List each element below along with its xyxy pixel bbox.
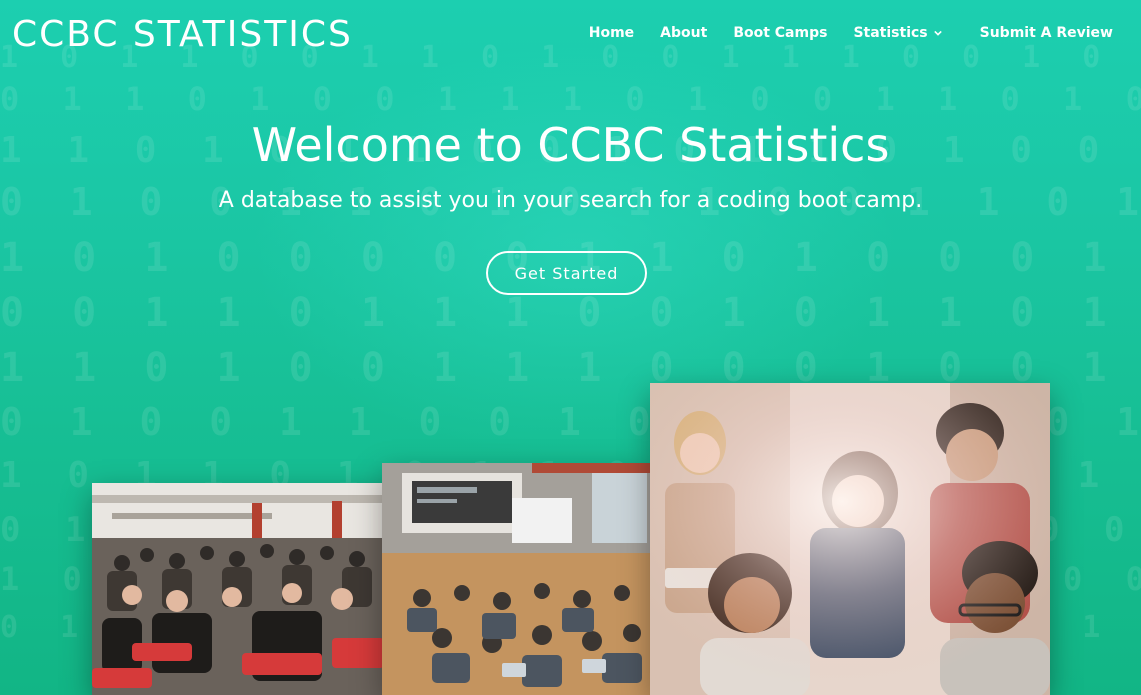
classroom-photo: [382, 463, 652, 695]
site-title[interactable]: CCBC STATISTICS: [12, 14, 353, 55]
binary-decoration: 0 1 1 0 1 0 0 1 1 1 0 1 0 0 1 1 0 1 0 1 …: [0, 80, 1141, 118]
get-started-button[interactable]: Get Started: [486, 251, 647, 295]
main-nav: Home About Boot Camps Statistics Submit …: [589, 25, 1113, 41]
nav-submit-review-label: Submit A Review: [979, 25, 1113, 41]
nav-boot-camps-label: Boot Camps: [733, 25, 828, 41]
nav-submit-review[interactable]: Submit A Review: [980, 25, 1113, 41]
students-laptop-photo: [650, 383, 1050, 695]
nav-statistics[interactable]: Statistics: [853, 25, 942, 41]
hero-subtitle: A database to assist you in your search …: [218, 188, 923, 213]
nav-statistics-label: Statistics: [853, 25, 928, 41]
chevron-down-icon: [933, 30, 942, 36]
hero-title: Welcome to CCBC Statistics: [251, 118, 890, 172]
nav-home-label: Home: [588, 25, 635, 41]
nav-about[interactable]: About: [660, 25, 707, 41]
nav-home[interactable]: Home: [589, 25, 634, 41]
nav-about-label: About: [660, 25, 708, 41]
nav-boot-camps[interactable]: Boot Camps: [733, 25, 827, 41]
lecture-hall-photo: [92, 483, 384, 695]
binary-decoration: 0 0 1 1 0 1 1 1 0 0 1 0 1 1 0 1 0 1 1 1 …: [0, 290, 1141, 336]
